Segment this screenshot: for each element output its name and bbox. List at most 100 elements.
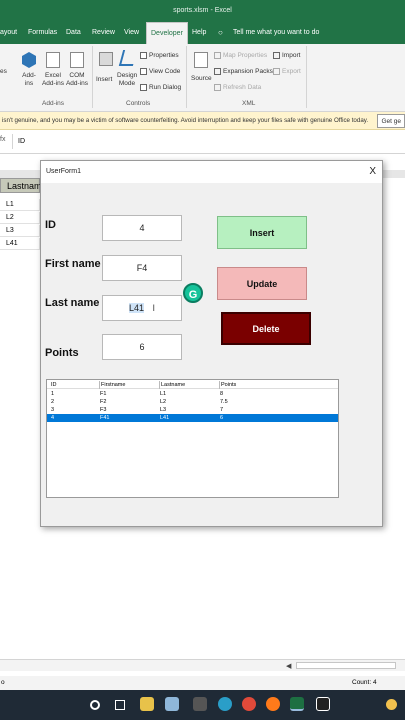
get-genuine-button[interactable]: Get ge	[377, 114, 405, 128]
tell-me-search[interactable]: Tell me what you want to do	[233, 22, 319, 44]
tab-page-layout[interactable]: ayout	[0, 22, 17, 44]
listbox-header: ID	[51, 382, 57, 388]
excel-add-ins-icon	[46, 52, 60, 68]
listbox-cell: 1	[51, 391, 55, 397]
cell[interactable]: L3	[0, 225, 40, 237]
listbox-header: Firstname	[99, 381, 126, 389]
scroll-thumb[interactable]	[296, 662, 396, 669]
formula-input[interactable]: ID	[12, 134, 405, 149]
design-mode-icon	[118, 50, 138, 66]
update-button[interactable]: Update	[217, 267, 307, 300]
app-icon[interactable]	[193, 697, 207, 711]
warning-text: isn't genuine, and you may be a victim o…	[2, 117, 369, 124]
listbox-header-row: ID Firstname Lastname Points	[47, 381, 338, 389]
ribbon-separator	[306, 46, 307, 108]
listbox-cell: 7	[220, 407, 224, 413]
listbox-cell: 2	[51, 399, 55, 405]
insert-button[interactable]: Insert	[217, 216, 307, 249]
userform-title: UserForm1	[46, 168, 82, 175]
design-mode-label: Design Mode	[117, 72, 138, 87]
close-icon[interactable]: X	[369, 161, 376, 183]
task-view-icon[interactable]	[115, 700, 125, 710]
last-name-label: Last name	[45, 297, 100, 309]
export-label: Export	[282, 68, 301, 75]
listbox-row[interactable]: 3 F3 L3 7	[47, 406, 338, 414]
listbox-cell: F41	[100, 415, 110, 421]
tab-formulas[interactable]: Formulas	[28, 22, 57, 44]
excel-add-ins-label: Excel Add-ins	[41, 72, 65, 87]
add-ins-label: Add-ins	[22, 72, 36, 87]
properties-icon	[140, 52, 147, 59]
grammarly-icon[interactable]: G	[183, 283, 203, 303]
status-left-text: o	[1, 679, 5, 686]
cell[interactable]: L41	[0, 238, 40, 250]
firefox-icon[interactable]	[266, 697, 280, 711]
controls-group-label: Controls	[126, 100, 151, 107]
delete-button[interactable]: Delete	[221, 312, 311, 345]
id-input[interactable]: 4	[102, 215, 182, 241]
tab-help[interactable]: Help	[192, 22, 206, 44]
horizontal-scrollbar[interactable]: ◀	[0, 659, 405, 671]
tab-data[interactable]: Data	[66, 22, 81, 44]
com-add-ins-icon	[70, 52, 84, 68]
ribbon-tabs: ayout Formulas Data Review View Develope…	[0, 22, 405, 44]
window-title-bar: sports.xlsm - Excel	[0, 0, 405, 22]
night-light-icon[interactable]	[386, 699, 397, 710]
listbox-cell: F2	[100, 399, 107, 405]
ribbon-separator	[92, 46, 93, 108]
tab-review[interactable]: Review	[92, 22, 115, 44]
window-title: sports.xlsm - Excel	[173, 7, 232, 14]
listbox-row-selected[interactable]: 4 F41 L41 6	[47, 414, 338, 422]
insert-label: Insert	[96, 76, 113, 83]
notepad-icon[interactable]	[165, 697, 179, 711]
excel-taskbar-icon[interactable]	[290, 697, 304, 711]
status-count: Count: 4	[352, 679, 377, 686]
listbox-row[interactable]: 1 F1 L1 8	[47, 390, 338, 398]
last-name-input[interactable]: L41 I	[102, 295, 182, 321]
listbox-cell: F1	[100, 391, 107, 397]
file-explorer-icon[interactable]	[140, 697, 154, 711]
view-code-icon	[140, 68, 147, 75]
add-ins-icon	[22, 52, 36, 68]
tab-developer[interactable]: Developer	[146, 22, 188, 44]
refresh-data-icon	[214, 84, 221, 91]
listbox-cell: L2	[160, 399, 167, 405]
map-properties-icon	[214, 52, 221, 59]
expansion-packs-icon	[214, 68, 221, 75]
run-dialog-icon	[140, 84, 147, 91]
toolbox-icon	[99, 52, 113, 66]
formula-bar: fx ID	[0, 130, 405, 154]
import-icon	[273, 52, 280, 59]
points-input[interactable]: 6	[102, 334, 182, 360]
fx-icon[interactable]: fx	[0, 136, 5, 143]
first-name-input[interactable]: F4	[102, 255, 182, 281]
cell[interactable]: L2	[0, 212, 40, 224]
listbox-cell: 6	[220, 415, 224, 421]
lightbulb-icon: ○	[218, 28, 223, 37]
chrome-icon[interactable]	[242, 697, 256, 711]
listbox-header: Points	[219, 381, 237, 389]
view-code-label: View Code	[149, 68, 181, 75]
records-listbox[interactable]: ID Firstname Lastname Points 1 F1 L1 8 2…	[46, 379, 339, 498]
cell-lastname-header[interactable]: Lastnam	[0, 178, 42, 193]
xml-group-label: XML	[242, 100, 256, 107]
taskbar	[0, 690, 405, 720]
export-icon	[273, 68, 280, 75]
source-icon	[194, 52, 208, 68]
tab-view[interactable]: View	[124, 22, 139, 44]
listbox-cell: L3	[160, 407, 167, 413]
camtasia-icon[interactable]	[316, 697, 330, 711]
ribbon: es Add-ins Excel Add-ins COM Add-ins Add…	[0, 44, 405, 112]
import-label: Import	[282, 52, 301, 59]
listbox-row[interactable]: 2 F2 L2 7.5	[47, 398, 338, 406]
edge-icon[interactable]	[218, 697, 232, 711]
scroll-left-icon[interactable]: ◀	[286, 662, 291, 670]
add-ins-group-label: Add-ins	[42, 100, 65, 107]
last-name-value: L41	[128, 303, 144, 313]
license-warning-bar: isn't genuine, and you may be a victim o…	[0, 112, 405, 130]
id-label: ID	[45, 219, 56, 231]
cell[interactable]: L1	[0, 199, 40, 211]
first-name-label: First name	[45, 258, 101, 270]
listbox-cell: F3	[100, 407, 107, 413]
search-icon[interactable]	[90, 700, 100, 710]
